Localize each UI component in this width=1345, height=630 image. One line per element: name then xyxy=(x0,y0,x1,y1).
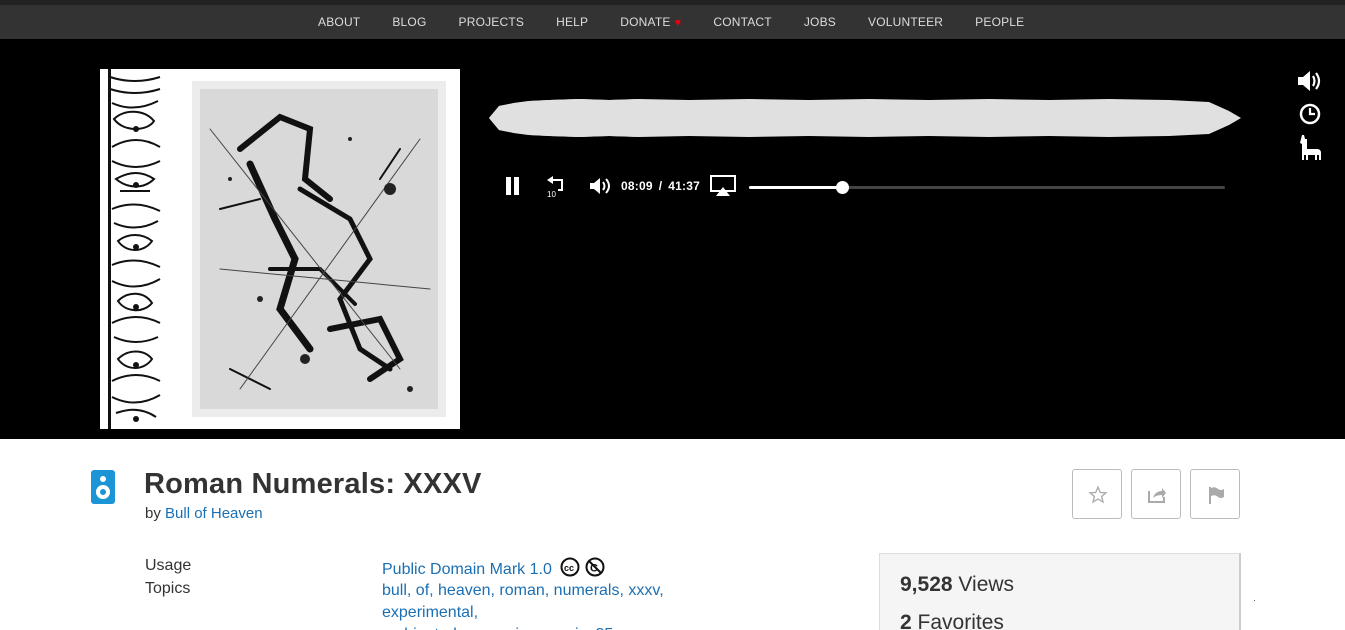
divider-dot xyxy=(1254,600,1255,601)
byline: by Bull of Heaven xyxy=(145,505,263,522)
audio-mediatype-icon xyxy=(91,470,115,504)
topic-link[interactable]: ambient xyxy=(382,626,439,630)
views-stat: 9,528 Views xyxy=(900,573,1014,597)
stats-box: 9,528 Views 2 Favorites xyxy=(879,553,1241,630)
heart-icon: ♥ xyxy=(674,17,682,29)
rewind-10-button[interactable]: 10 xyxy=(544,176,568,198)
cc-publicdomain-icons: cc C xyxy=(560,557,605,577)
svg-text:cc: cc xyxy=(564,563,574,573)
topic-link[interactable]: experimental xyxy=(382,604,474,621)
nav-jobs[interactable]: JOBS xyxy=(788,15,852,29)
nav-donate-label: DONATE xyxy=(620,15,671,29)
history-clock-icon[interactable] xyxy=(1296,100,1324,128)
topic-link[interactable]: 35 xyxy=(595,626,613,630)
favorite-button[interactable] xyxy=(1072,469,1122,519)
top-nav-list: ABOUT BLOG PROJECTS HELP DONATE ♥ CONTACT… xyxy=(302,5,1040,39)
share-button[interactable] xyxy=(1131,469,1181,519)
topic-link[interactable]: numerals xyxy=(554,582,620,599)
license-link[interactable]: Public Domain Mark 1.0 xyxy=(382,561,552,578)
speaker-tweeter xyxy=(100,476,106,482)
topic-link[interactable]: noise xyxy=(498,626,536,630)
progress-slider[interactable] xyxy=(749,181,1225,194)
nav-projects[interactable]: PROJECTS xyxy=(443,15,541,29)
nav-volunteer[interactable]: VOLUNTEER xyxy=(852,15,959,29)
pause-button[interactable] xyxy=(504,177,520,195)
album-cover-image xyxy=(100,69,460,429)
flag-button[interactable] xyxy=(1190,469,1240,519)
topic-link[interactable]: roman xyxy=(499,582,544,599)
favorites-count: 2 xyxy=(900,611,912,630)
volume-button[interactable] xyxy=(589,176,611,196)
topic-link[interactable]: heaven xyxy=(438,582,491,599)
topic-link[interactable]: drone xyxy=(448,626,489,630)
progress-fill xyxy=(749,186,843,189)
topic-link[interactable]: xxxv xyxy=(628,582,659,599)
topics-label: Topics xyxy=(145,580,191,597)
airplay-button[interactable] xyxy=(710,175,736,197)
side-icons xyxy=(1296,67,1324,166)
topic-link[interactable]: of xyxy=(416,582,429,599)
llama-icon[interactable] xyxy=(1296,133,1324,161)
nav-help[interactable]: HELP xyxy=(540,15,604,29)
nav-people[interactable]: PEOPLE xyxy=(959,15,1040,29)
svg-text:10: 10 xyxy=(547,190,556,198)
top-nav: ABOUT BLOG PROJECTS HELP DONATE ♥ CONTACT… xyxy=(0,0,1345,39)
favorites-label: Favorites xyxy=(917,611,1004,630)
usage-label: Usage xyxy=(145,557,192,574)
topic-link[interactable]: bull xyxy=(382,582,407,599)
progress-knob[interactable] xyxy=(836,181,850,194)
pause-bar xyxy=(506,177,511,195)
nav-blog[interactable]: BLOG xyxy=(376,15,442,29)
time-display: 08:09 / 41:37 xyxy=(621,179,700,193)
speaker-woofer xyxy=(96,485,110,499)
creator-link[interactable]: Bull of Heaven xyxy=(165,505,263,522)
topics-list: bull, of, heaven, roman, numerals, xxxv,… xyxy=(382,580,762,630)
flag-icon xyxy=(1209,487,1224,504)
player-controls: 10 08:09 / 41:37 xyxy=(500,169,1240,205)
current-time: 08:09 xyxy=(621,179,653,193)
waveform[interactable] xyxy=(489,91,1241,145)
views-label: Views xyxy=(958,573,1015,596)
nav-about[interactable]: ABOUT xyxy=(302,15,376,29)
star-icon xyxy=(1088,485,1108,504)
nav-contact[interactable]: CONTACT xyxy=(697,15,788,29)
topic-link[interactable]: music xyxy=(545,626,587,630)
share-icon xyxy=(1148,488,1166,503)
item-title: Roman Numerals: XXXV xyxy=(144,468,482,500)
favorites-stat: 2 Favorites xyxy=(900,611,1004,630)
time-separator: / xyxy=(658,179,663,193)
nav-donate[interactable]: DONATE ♥ xyxy=(604,15,697,29)
volume-icon[interactable] xyxy=(1296,67,1324,95)
pause-bar xyxy=(514,177,519,195)
usage-value: Public Domain Mark 1.0 cc C xyxy=(382,557,608,579)
views-count: 9,528 xyxy=(900,573,953,596)
player-theatre: 10 08:09 / 41:37 xyxy=(0,39,1345,439)
duration: 41:37 xyxy=(668,179,700,193)
by-label: by xyxy=(145,505,161,522)
